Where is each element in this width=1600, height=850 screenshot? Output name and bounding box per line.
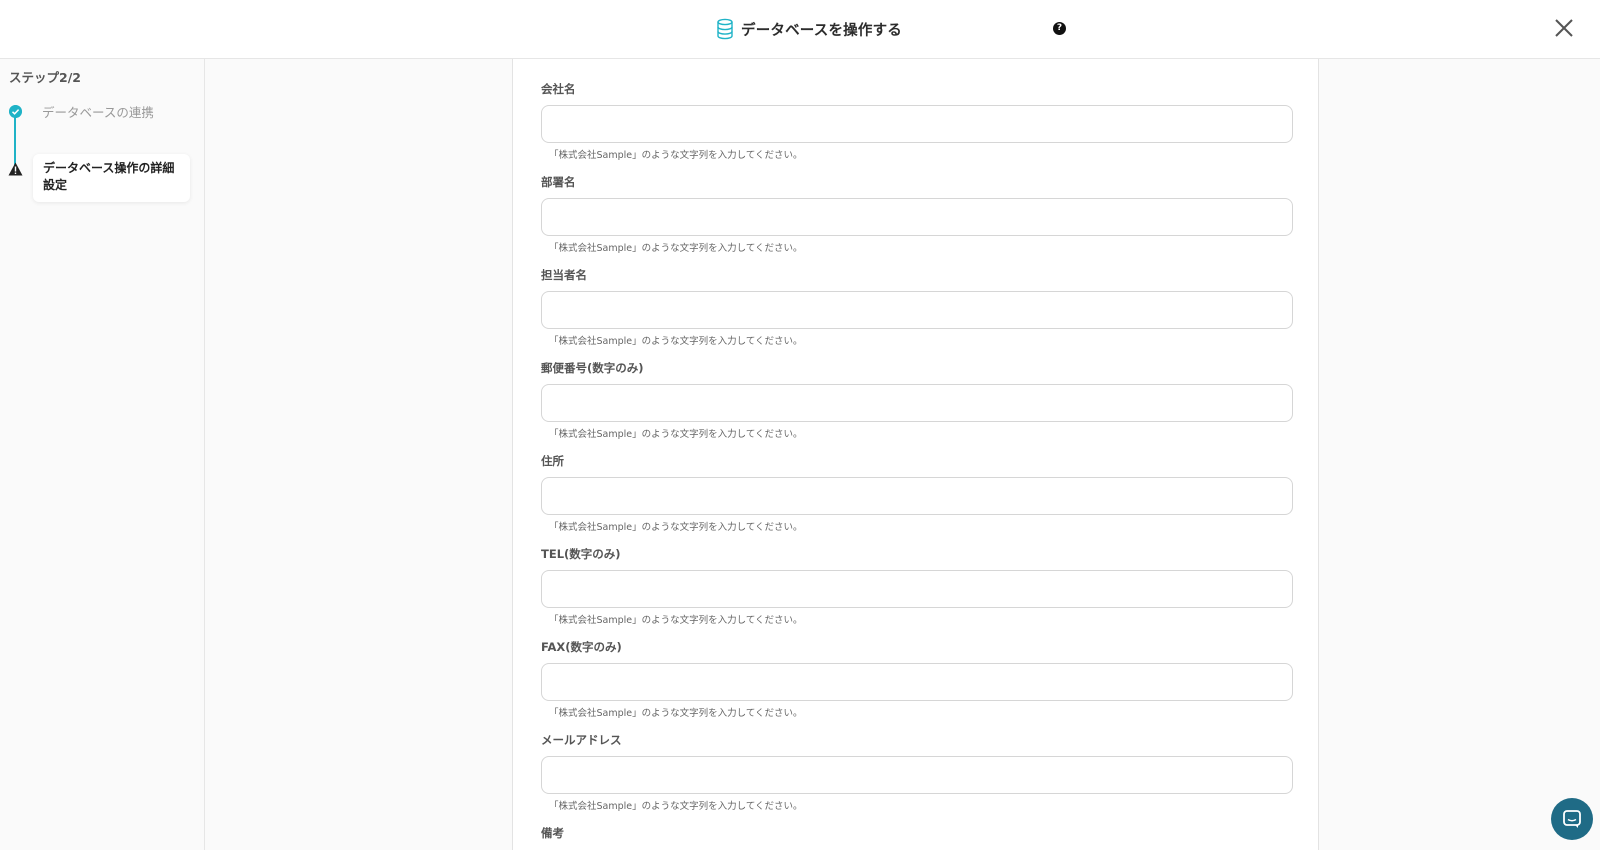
- field-address: 住所 「株式会社Sample」のような文字列を入力してください。: [541, 453, 1293, 533]
- field-fax: FAX(数字のみ) 「株式会社Sample」のような文字列を入力してください。: [541, 639, 1293, 719]
- field-label: TEL(数字のみ): [541, 547, 621, 561]
- field-label: 部署名: [541, 175, 576, 189]
- field-notes: 備考: [541, 825, 1293, 841]
- field-hint: 「株式会社Sample」のような文字列を入力してください。: [549, 522, 803, 533]
- modal-title-text: データベースを操作する: [741, 22, 902, 39]
- contact-person-input[interactable]: [541, 291, 1293, 329]
- field-label: メールアドレス: [541, 733, 622, 747]
- postal-code-input[interactable]: [541, 384, 1293, 422]
- step-counter: ステップ2/2: [9, 70, 81, 85]
- form-panel: 会社名 「株式会社Sample」のような文字列を入力してください。 部署名 「株…: [512, 59, 1319, 850]
- database-icon: [717, 18, 733, 40]
- address-input[interactable]: [541, 477, 1293, 515]
- modal-header: データベースを操作する ?: [0, 0, 1600, 59]
- field-hint: 「株式会社Sample」のような文字列を入力してください。: [549, 801, 803, 812]
- chat-button[interactable]: [1551, 798, 1593, 840]
- field-company: 会社名 「株式会社Sample」のような文字列を入力してください。: [541, 81, 1293, 161]
- field-postal-code: 郵便番号(数字のみ) 「株式会社Sample」のような文字列を入力してください。: [541, 360, 1293, 440]
- field-email: メールアドレス 「株式会社Sample」のような文字列を入力してください。: [541, 732, 1293, 812]
- tel-input[interactable]: [541, 570, 1293, 608]
- company-name-input[interactable]: [541, 105, 1293, 143]
- step-sidebar: ステップ2/2 データベースの連携 データベース操作の詳細設定: [0, 59, 205, 850]
- field-label: 郵便番号(数字のみ): [541, 361, 644, 375]
- field-label: 住所: [541, 454, 564, 468]
- check-circle-icon: [9, 105, 22, 118]
- email-input[interactable]: [541, 756, 1293, 794]
- field-label: FAX(数字のみ): [541, 640, 622, 654]
- field-hint: 「株式会社Sample」のような文字列を入力してください。: [549, 336, 803, 347]
- field-hint: 「株式会社Sample」のような文字列を入力してください。: [549, 429, 803, 440]
- field-label: 備考: [541, 826, 564, 840]
- sidebar-step-1[interactable]: データベースの連携: [42, 102, 154, 121]
- close-icon[interactable]: [1553, 17, 1575, 39]
- sidebar-step-2[interactable]: データベース操作の詳細設定: [33, 154, 190, 202]
- field-tel: TEL(数字のみ) 「株式会社Sample」のような文字列を入力してください。: [541, 546, 1293, 626]
- field-hint: 「株式会社Sample」のような文字列を入力してください。: [549, 150, 803, 161]
- warning-icon: [8, 162, 23, 176]
- field-hint: 「株式会社Sample」のような文字列を入力してください。: [549, 243, 803, 254]
- field-label: 担当者名: [541, 268, 587, 282]
- chat-bubble-icon: [1563, 810, 1581, 828]
- modal-title: データベースを操作する: [716, 17, 902, 41]
- question-circle-icon[interactable]: ?: [1053, 22, 1066, 35]
- field-contact-person: 担当者名 「株式会社Sample」のような文字列を入力してください。: [541, 267, 1293, 347]
- field-label: 会社名: [541, 82, 576, 96]
- field-hint: 「株式会社Sample」のような文字列を入力してください。: [549, 708, 803, 719]
- fax-input[interactable]: [541, 663, 1293, 701]
- field-department: 部署名 「株式会社Sample」のような文字列を入力してください。: [541, 174, 1293, 254]
- field-hint: 「株式会社Sample」のような文字列を入力してください。: [549, 615, 803, 626]
- department-input[interactable]: [541, 198, 1293, 236]
